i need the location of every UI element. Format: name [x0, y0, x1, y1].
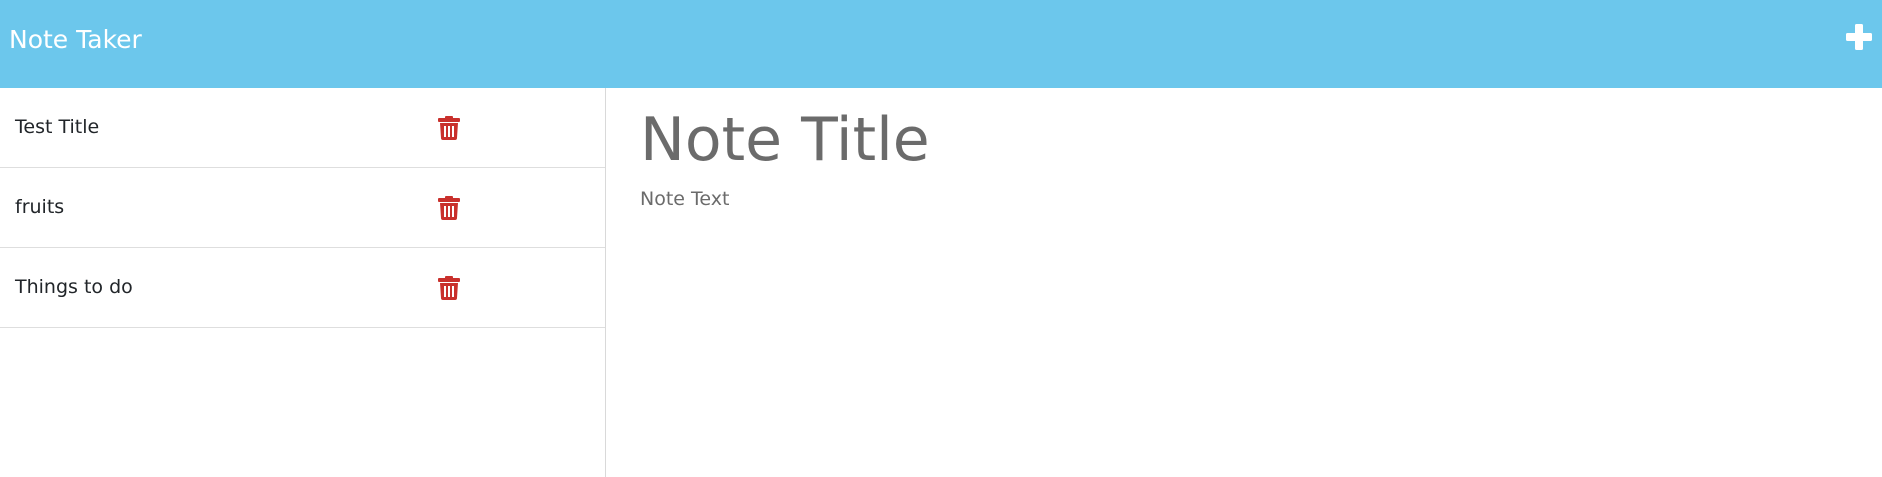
- plus-icon: [1846, 24, 1872, 50]
- new-note-button[interactable]: [1843, 20, 1875, 54]
- app-title[interactable]: Note Taker: [9, 24, 142, 56]
- notes-sidebar: Test Title fruits Things to do: [0, 88, 606, 477]
- note-list-item-title[interactable]: Test Title: [15, 115, 99, 139]
- note-list-item[interactable]: Test Title: [0, 88, 605, 168]
- trash-icon[interactable]: [438, 116, 460, 140]
- note-list-item-title[interactable]: fruits: [15, 195, 64, 219]
- note-list: Test Title fruits Things to do: [0, 88, 605, 328]
- note-title-input[interactable]: [640, 102, 1640, 178]
- trash-icon[interactable]: [438, 276, 460, 300]
- note-editor: [606, 88, 1882, 477]
- app-header: Note Taker: [0, 0, 1882, 88]
- note-list-item[interactable]: fruits: [0, 168, 605, 248]
- note-list-item-title[interactable]: Things to do: [15, 275, 133, 299]
- note-text-area[interactable]: [640, 188, 1840, 448]
- trash-icon[interactable]: [438, 196, 460, 220]
- note-list-item[interactable]: Things to do: [0, 248, 605, 328]
